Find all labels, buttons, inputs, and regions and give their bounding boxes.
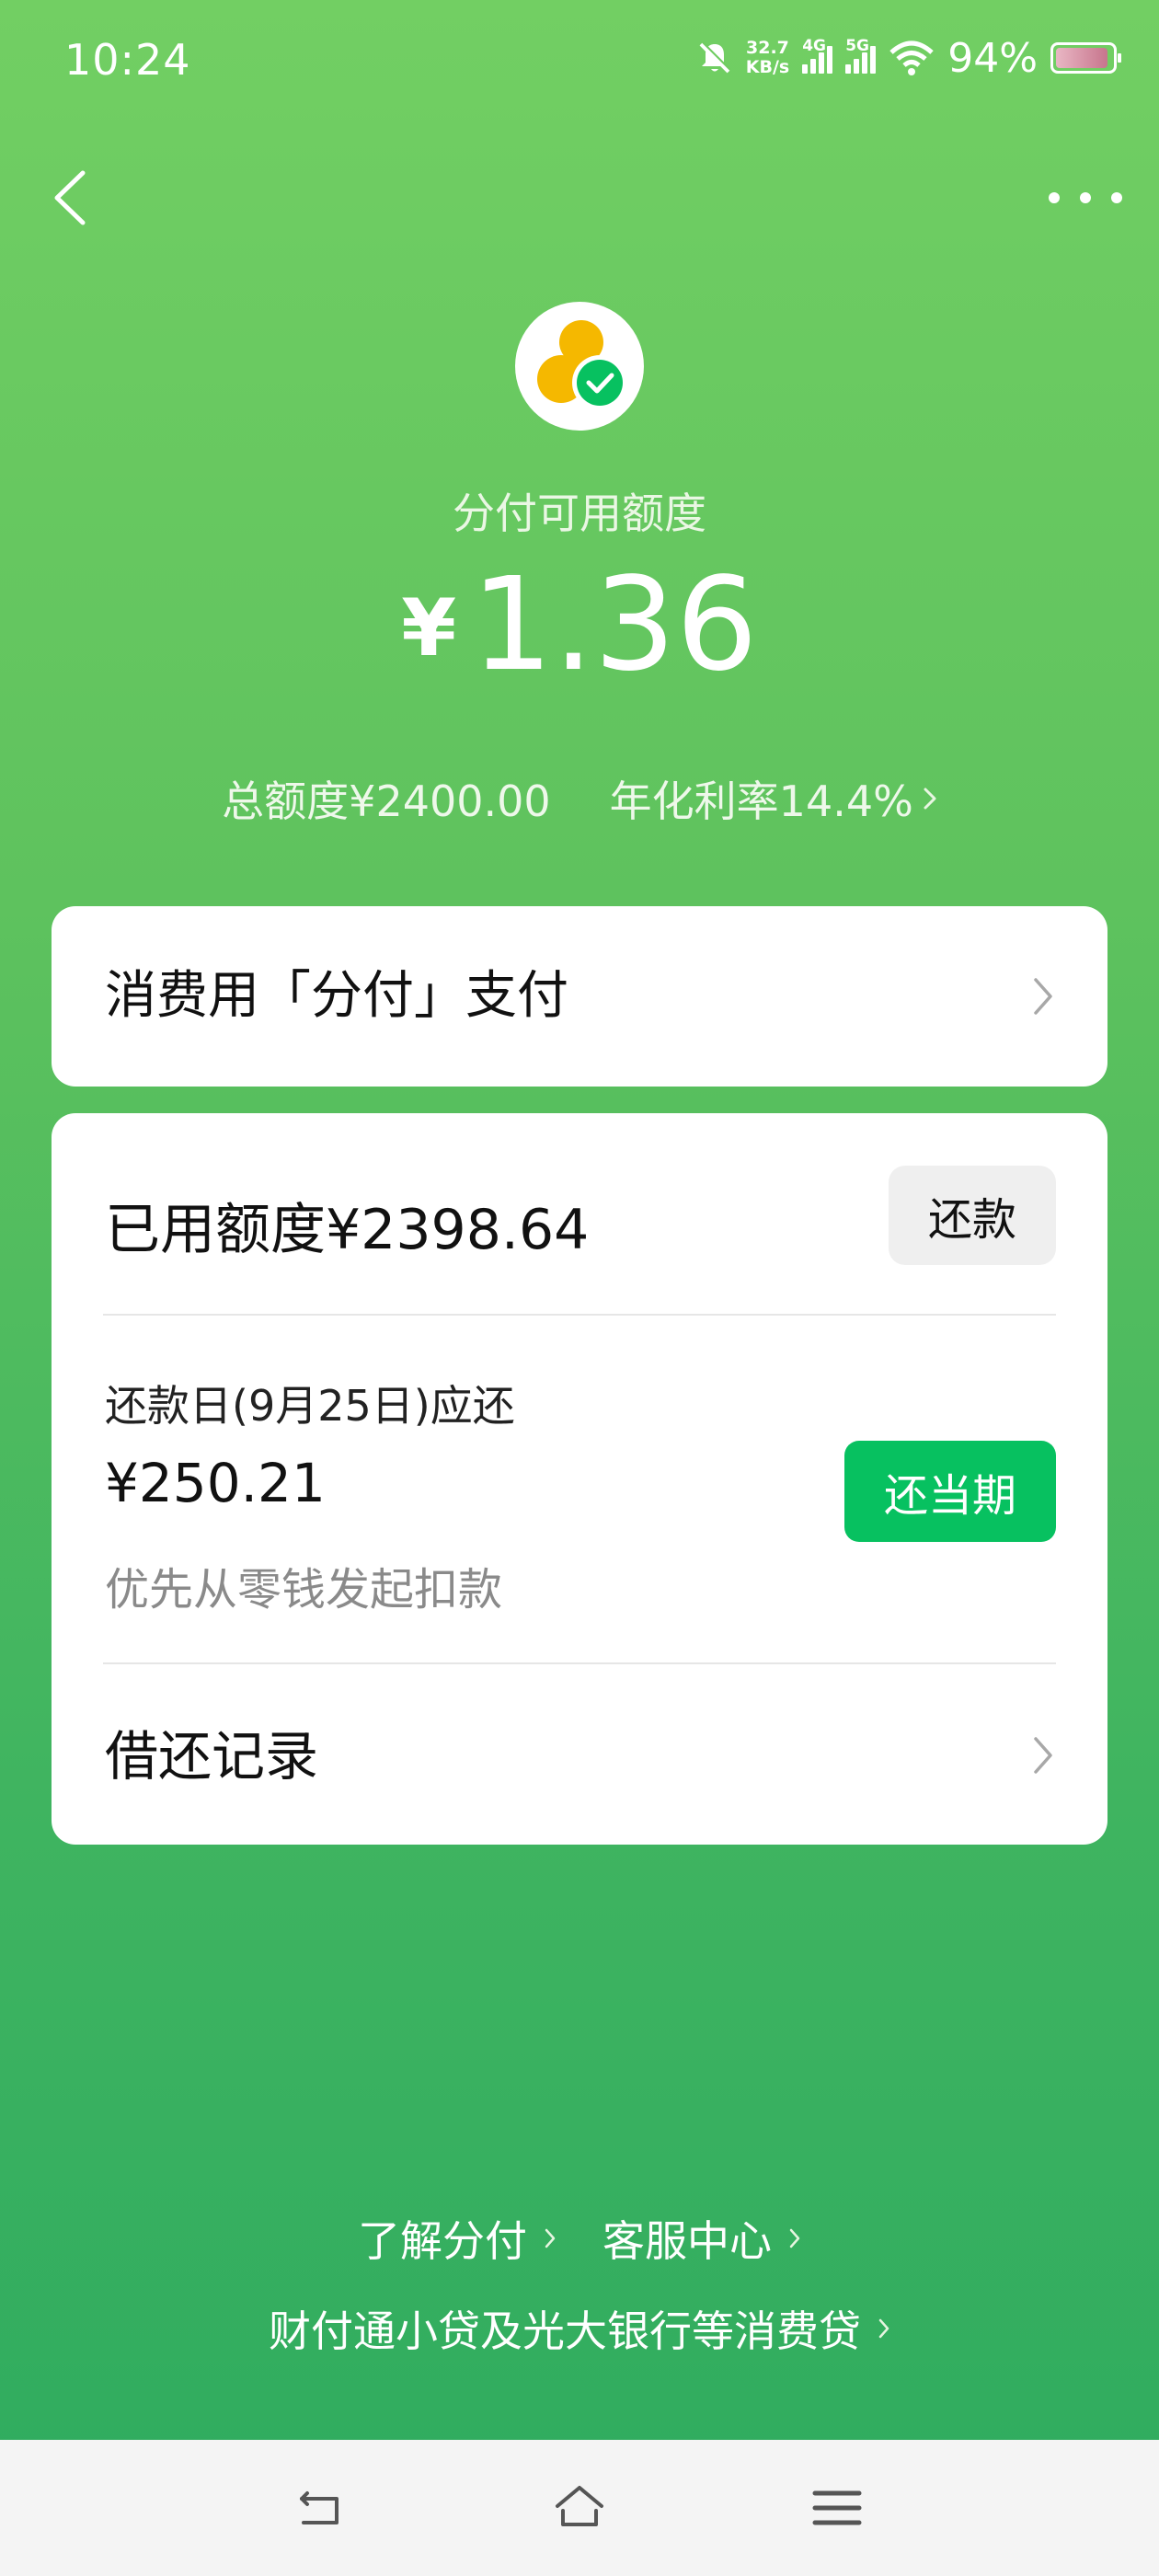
pay-with-fenfu-label: 消费用「分付」支付 <box>105 966 568 1026</box>
repay-button[interactable]: 还款 <box>889 1166 1056 1265</box>
nav-home-button[interactable] <box>552 2480 607 2536</box>
lender-info-row: 财付通小贷及光大银行等消费贷 <box>0 2298 1159 2359</box>
customer-service-label: 客服中心 <box>602 2216 772 2266</box>
learn-fenfu-link[interactable]: 了解分付 <box>358 2208 557 2269</box>
footer-links: 了解分付 客服中心 <box>0 2208 1159 2269</box>
repayment-card: 已用额度¥2398.64 还款 还款日(9月25日)应还 ¥250.21 优先从… <box>52 1113 1107 1845</box>
annual-rate-text: 年化利率14.4% <box>609 776 913 826</box>
lender-info-link[interactable]: 财付通小贷及光大银行等消费贷 <box>269 2298 890 2359</box>
available-credit-label: 分付可用额度 <box>453 489 706 538</box>
chevron-right-icon <box>545 2228 556 2248</box>
deduction-note: 优先从零钱发起扣款 <box>105 1564 503 1616</box>
status-time: 10:24 <box>64 35 191 85</box>
nav-menu-icon <box>812 2490 862 2525</box>
chevron-right-icon <box>924 788 936 810</box>
battery-percent: 94% <box>947 34 1038 82</box>
learn-fenfu-label: 了解分付 <box>358 2216 527 2266</box>
chevron-right-icon <box>1034 1737 1052 1774</box>
nav-menu-button[interactable] <box>809 2480 865 2536</box>
due-amount: ¥250.21 <box>105 1452 326 1514</box>
available-amount-value: 1.36 <box>471 550 758 700</box>
due-date-label: 还款日(9月25日)应还 <box>105 1381 515 1431</box>
lender-info-label: 财付通小贷及光大银行等消费贷 <box>269 2306 861 2356</box>
more-button[interactable] <box>1049 179 1122 216</box>
available-credit-amount: ¥ 1.36 <box>0 557 1159 695</box>
chevron-right-icon <box>789 2228 800 2248</box>
status-icons: 32.7 KB/s 4G 5G 94% <box>696 31 1121 85</box>
customer-service-link[interactable]: 客服中心 <box>602 2208 801 2269</box>
nav-back-icon <box>300 2491 339 2524</box>
network-speed: 32.7 KB/s <box>745 38 790 77</box>
divider <box>103 1662 1056 1664</box>
chevron-left-icon <box>54 170 86 225</box>
more-dots-icon <box>1049 192 1060 203</box>
chevron-right-icon <box>1034 978 1052 1015</box>
nav-home-icon <box>556 2486 603 2526</box>
total-limit: 总额度¥2400.00 <box>222 776 551 826</box>
fenfu-logo <box>515 302 644 431</box>
currency-symbol: ¥ <box>401 582 457 674</box>
fenfu-logo-icon <box>537 320 627 410</box>
system-nav-bar <box>0 2440 1159 2576</box>
used-limit: 已用额度¥2398.64 <box>105 1198 590 1262</box>
signal-sim2-icon: 5G <box>845 37 877 74</box>
annual-rate-link[interactable]: 年化利率14.4% <box>610 768 937 829</box>
pay-with-fenfu-card[interactable]: 消费用「分付」支付 <box>52 906 1107 1087</box>
credit-info-row: 总额度¥2400.00 年化利率14.4% <box>0 768 1159 829</box>
battery-icon <box>1050 42 1121 74</box>
back-button[interactable] <box>46 166 101 230</box>
history-label: 借还记录 <box>105 1725 319 1788</box>
repay-current-period-button[interactable]: 还当期 <box>844 1441 1056 1542</box>
bell-muted-icon <box>699 41 731 74</box>
wifi-icon <box>889 40 934 75</box>
history-row[interactable]: 借还记录 <box>52 1665 1107 1845</box>
nav-back-button[interactable] <box>294 2480 350 2536</box>
chevron-right-icon <box>878 2318 889 2339</box>
divider <box>103 1314 1056 1316</box>
signal-sim1-icon: 4G <box>802 37 833 74</box>
